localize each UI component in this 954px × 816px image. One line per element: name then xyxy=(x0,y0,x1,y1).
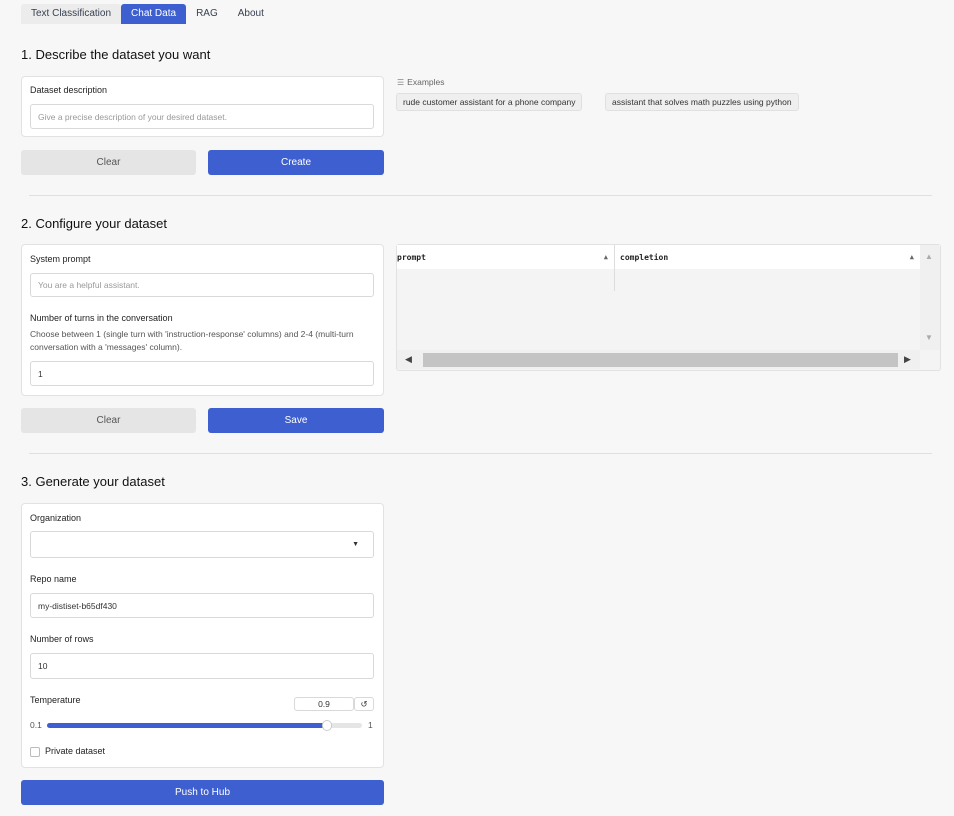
tab-text-classification[interactable]: Text Classification xyxy=(21,4,122,24)
examples-label: Examples xyxy=(407,77,445,87)
system-prompt-label: System prompt xyxy=(30,254,91,264)
column-header-prompt[interactable]: prompt ▲ xyxy=(397,245,614,269)
list-icon: ☰ xyxy=(397,77,405,87)
push-to-hub-button[interactable]: Push to Hub xyxy=(21,780,384,805)
section-2-title: 2. Configure your dataset xyxy=(21,216,167,231)
number-of-rows-input[interactable]: 10 xyxy=(30,653,374,679)
reset-icon[interactable]: ↺ xyxy=(354,697,374,711)
organization-select[interactable]: ▼ xyxy=(30,531,374,558)
turns-label: Number of turns in the conversation xyxy=(30,313,173,323)
temperature-min-label: 0.1 xyxy=(30,720,42,730)
tab-bar: Text Classification Chat Data RAG About xyxy=(21,4,274,24)
column-header-label: completion xyxy=(620,252,669,262)
system-prompt-input[interactable]: You are a helpful assistant. xyxy=(30,273,374,297)
temperature-slider-handle[interactable] xyxy=(322,720,332,731)
create-button[interactable]: Create xyxy=(208,150,384,175)
scroll-down-icon[interactable]: ▼ xyxy=(925,333,933,342)
example-chip[interactable]: assistant that solves math puzzles using… xyxy=(605,93,799,111)
section-1-title: 1. Describe the dataset you want xyxy=(21,47,211,62)
turns-input[interactable]: 1 xyxy=(30,361,374,386)
clear-config-button[interactable]: Clear xyxy=(21,408,196,433)
save-button[interactable]: Save xyxy=(208,408,384,433)
scroll-left-icon[interactable]: ◀ xyxy=(405,354,412,365)
chevron-down-icon: ▼ xyxy=(352,541,359,548)
temperature-max-label: 1 xyxy=(368,720,373,730)
tab-about[interactable]: About xyxy=(228,4,274,24)
dataset-description-input[interactable]: Give a precise description of your desir… xyxy=(30,104,374,129)
dataset-description-label: Dataset description xyxy=(30,85,108,95)
private-dataset-label: Private dataset xyxy=(45,746,106,756)
turns-hint: Choose between 1 (single turn with 'inst… xyxy=(30,329,354,352)
clear-description-button[interactable]: Clear xyxy=(21,150,196,175)
private-dataset-checkbox[interactable] xyxy=(30,747,40,757)
horizontal-scrollbar[interactable]: ◀ ▶ xyxy=(397,350,920,369)
column-header-label: prompt xyxy=(397,252,426,262)
sort-arrow-icon[interactable]: ▲ xyxy=(910,253,914,261)
sort-arrow-icon[interactable]: ▲ xyxy=(604,253,608,261)
tab-chat-data[interactable]: Chat Data xyxy=(121,4,187,24)
divider xyxy=(29,453,932,454)
tab-rag[interactable]: RAG xyxy=(186,4,228,24)
examples-header: ☰ Examples xyxy=(397,77,445,87)
scroll-thumb[interactable] xyxy=(423,353,898,367)
column-header-completion[interactable]: completion ▲ xyxy=(615,245,920,269)
number-of-rows-label: Number of rows xyxy=(30,634,94,644)
section-3-title: 3. Generate your dataset xyxy=(21,474,165,489)
temperature-label: Temperature xyxy=(30,695,81,705)
scroll-right-icon[interactable]: ▶ xyxy=(904,354,911,365)
repo-name-label: Repo name xyxy=(30,574,77,584)
temperature-number-input[interactable]: 0.9 xyxy=(294,697,354,711)
organization-label: Organization xyxy=(30,513,82,523)
vertical-scrollbar[interactable]: ▲ ▼ xyxy=(920,245,940,350)
divider xyxy=(29,195,932,196)
temperature-slider-track[interactable] xyxy=(47,720,362,731)
example-chip[interactable]: rude customer assistant for a phone comp… xyxy=(396,93,583,111)
temperature-slider-fill xyxy=(47,723,327,728)
repo-name-input[interactable]: my-distiset-b65df430 xyxy=(30,593,374,618)
dataset-preview-table: prompt ▲ completion ▲ ▲ ▼ ◀ ▶ xyxy=(396,244,941,371)
scroll-up-icon[interactable]: ▲ xyxy=(925,252,933,261)
